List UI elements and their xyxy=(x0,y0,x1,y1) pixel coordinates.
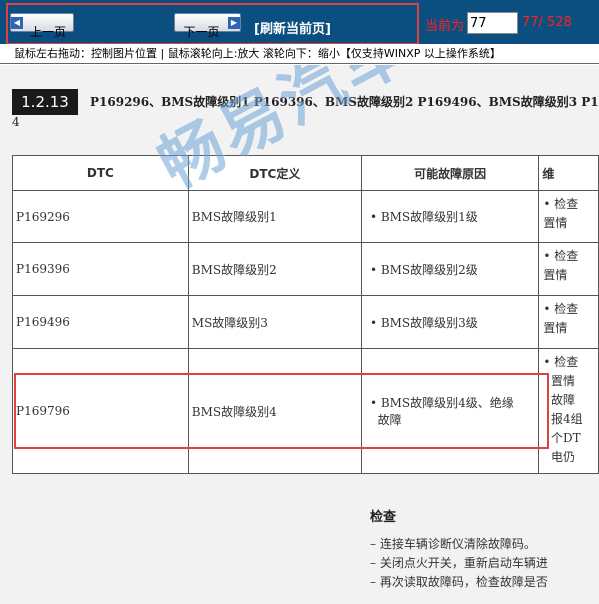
section-title-continued: 4 xyxy=(12,115,20,129)
table-row: P169496 MS故障级别3 • BMS故障级别3级 • 检查 置情 xyxy=(12,295,599,349)
dtc-definition: BMS故障级别1 xyxy=(187,190,362,243)
table-row: P169796 BMS故障级别4 • BMS故障级别4级、绝缘 故障 • 检查 … xyxy=(12,348,599,474)
repair-cell: • 检查 置情 xyxy=(538,190,599,243)
repair-line: 个DT xyxy=(543,431,581,445)
cause-line: • BMS故障级别4级、绝缘 xyxy=(369,396,514,410)
repair-line: • 检查 xyxy=(543,249,579,263)
dtc-definition: BMS故障级别4 xyxy=(187,348,362,474)
header-repair: 维 xyxy=(538,155,599,191)
repair-line: • 检查 xyxy=(543,197,579,211)
refresh-page-link[interactable]: [刷新当前页] xyxy=(254,18,331,37)
dtc-code: P169296 xyxy=(12,190,189,243)
header-causes: 可能故障原因 xyxy=(360,155,540,191)
cause-line: • BMS故障级别2级 xyxy=(369,262,478,277)
header-definition: DTC定义 xyxy=(187,155,362,191)
repair-cell: • 检查 置情 xyxy=(538,242,599,296)
list-item: – 关闭点火开关，重新启动车辆进 xyxy=(370,556,548,570)
dtc-definition: MS故障级别3 xyxy=(187,295,362,349)
dtc-code: P169396 xyxy=(12,242,189,296)
cause-cell: • BMS故障级别2级 xyxy=(360,242,540,296)
repair-line: 置情 xyxy=(543,321,568,335)
cause-line: 故障 xyxy=(369,413,402,427)
arrow-right-icon: ▶ xyxy=(228,17,240,29)
page-count: 77/ 528 xyxy=(522,15,572,30)
dtc-code: P169796 xyxy=(12,348,189,474)
next-page-label: 下一页 xyxy=(183,24,220,39)
cause-line: • BMS故障级别1级 xyxy=(369,210,478,224)
repair-line: • 检查 xyxy=(543,302,579,316)
cause-line: • BMS故障级别3级 xyxy=(369,315,478,330)
repair-line: 置情 xyxy=(543,374,575,388)
repair-line: 故障 xyxy=(543,393,575,407)
next-page-button[interactable]: 下一页 ▶ xyxy=(174,13,241,39)
section-title: P169296、BMS故障级别1 P169396、BMS故障级别2 P16949… xyxy=(90,95,599,109)
document-page[interactable]: 1.2.13 P169296、BMS故障级别1 P169396、BMS故障级别2… xyxy=(0,65,599,604)
cause-cell: • BMS故障级别3级 xyxy=(360,295,540,349)
dtc-code: P169496 xyxy=(12,295,189,349)
list-item: – 连接车辆诊断仪清除故障码。 xyxy=(370,537,536,551)
dtc-definition: BMS故障级别2 xyxy=(187,242,362,296)
repair-cell: • 检查 置情 故障 报4组 个DT 电仍 xyxy=(538,348,599,474)
dtc-table: DTC DTC定义 可能故障原因 维 P169296 BMS故障级别1 • BM… xyxy=(12,155,599,474)
repair-line: 电仍 xyxy=(543,450,575,464)
repair-line: 置情 xyxy=(543,216,568,230)
check-steps: – 连接车辆诊断仪清除故障码。 – 关闭点火开关，重新启动车辆进 – 再次读取故… xyxy=(370,535,548,592)
table-row: P169396 BMS故障级别2 • BMS故障级别2级 • 检查 置情 xyxy=(12,242,599,296)
prev-page-button[interactable]: ◀ 上一页 xyxy=(10,13,74,39)
repair-line: • 检查 xyxy=(543,355,579,369)
repair-line: 报4组 xyxy=(543,412,583,426)
header-dtc: DTC xyxy=(12,155,189,191)
usage-hint: 鼠标左右拖动：控制图片位置 | 鼠标滚轮向上:放大 滚轮向下：缩小【仅支持WIN… xyxy=(0,44,599,64)
current-page-label: 当前为 xyxy=(425,19,465,34)
prev-page-label: 上一页 xyxy=(29,24,66,39)
cause-cell: • BMS故障级别1级 xyxy=(360,190,540,243)
section-number: 1.2.13 xyxy=(12,89,78,115)
arrow-left-icon: ◀ xyxy=(11,17,23,29)
cause-cell: • BMS故障级别4级、绝缘 故障 xyxy=(360,348,540,474)
page-number-input[interactable] xyxy=(467,12,518,34)
table-row: P169296 BMS故障级别1 • BMS故障级别1级 • 检查 置情 xyxy=(12,190,599,243)
list-item: – 再次读取故障码，检查故障是否 xyxy=(370,575,548,589)
check-heading: 检查 xyxy=(370,510,397,525)
table-header-row: DTC DTC定义 可能故障原因 维 xyxy=(12,155,599,191)
repair-cell: • 检查 置情 xyxy=(538,295,599,349)
repair-line: 置情 xyxy=(543,268,568,282)
toolbar: ◀ 上一页 下一页 ▶ [刷新当前页] 当前为 77/ 528 xyxy=(0,0,599,45)
